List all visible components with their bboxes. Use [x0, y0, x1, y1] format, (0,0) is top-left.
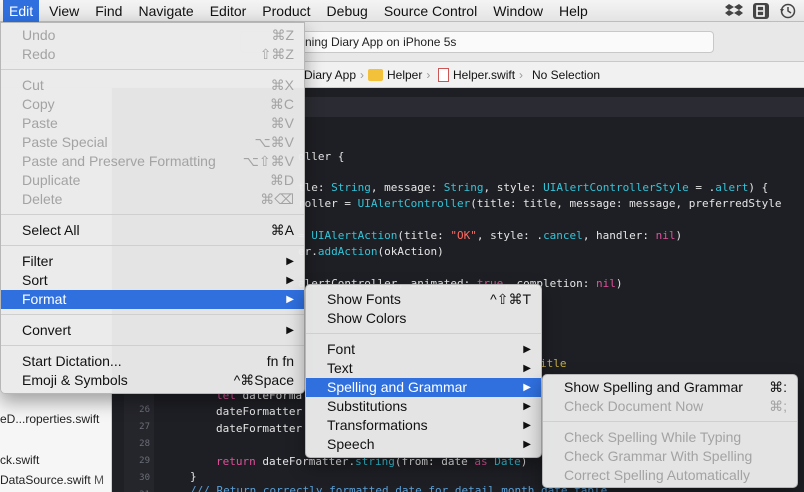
- menu-separator: [1, 69, 304, 70]
- menu-item-show-fonts[interactable]: Show Fonts ^⇧⌘T: [306, 290, 541, 309]
- submenu-arrow-icon: ▶: [523, 382, 531, 393]
- format-submenu: Show Fonts ^⇧⌘T Show Colors Font ▶ Text ▶ S…: [305, 284, 542, 458]
- menu-window[interactable]: Window: [487, 0, 549, 22]
- code-line: dateFormatter: [216, 405, 303, 418]
- menu-view[interactable]: View: [43, 0, 85, 22]
- line-number: 28: [139, 439, 150, 449]
- time-machine-icon[interactable]: [778, 2, 798, 20]
- menu-item-copy[interactable]: Copy ⌘C: [1, 95, 304, 114]
- menu-item-start-dictation[interactable]: Start Dictation... fn fn: [1, 352, 304, 371]
- menu-item-cut[interactable]: Cut ⌘X: [1, 76, 304, 95]
- navigator-file-row[interactable]: DataSource.swift M: [0, 473, 112, 487]
- spelling-grammar-submenu: Show Spelling and Grammar ⌘: Check Docume…: [542, 374, 798, 488]
- menu-item-paste[interactable]: Paste ⌘V: [1, 114, 304, 133]
- jumpbar-file-label: Helper.swift: [453, 68, 516, 82]
- menu-item-show-colors[interactable]: Show Colors: [306, 309, 541, 328]
- menu-item-undo[interactable]: Undo ⌘Z: [1, 26, 304, 45]
- menu-bar: Edit View Find Navigate Editor Product D…: [0, 0, 804, 22]
- code-line: = UIAlertAction(title: "OK", style: .can…: [298, 229, 683, 242]
- navigator-file-row[interactable]: ck.swift: [0, 453, 39, 467]
- menu-item-convert[interactable]: Convert ▶: [1, 321, 304, 340]
- menu-item-text[interactable]: Text ▶: [306, 359, 541, 378]
- folder-icon: [368, 69, 383, 81]
- navigator-file-label: eD...roperties.swift: [0, 412, 100, 426]
- code-line: }: [190, 470, 197, 483]
- submenu-arrow-icon: ▶: [523, 420, 531, 431]
- menu-item-filter[interactable]: Filter ▶: [1, 252, 304, 271]
- jumpbar-group-label: Helper: [387, 68, 423, 82]
- line-number: 26: [139, 405, 150, 415]
- submenu-arrow-icon: ▶: [286, 325, 294, 336]
- submenu-arrow-icon: ▶: [523, 401, 531, 412]
- menu-editor[interactable]: Editor: [204, 0, 253, 22]
- menu-item-check-grammar[interactable]: Check Grammar With Spelling: [543, 447, 797, 466]
- menu-item-paste-special[interactable]: Paste Special ⌥⌘V: [1, 133, 304, 152]
- menu-separator: [1, 245, 304, 246]
- menu-item-duplicate[interactable]: Duplicate ⌘D: [1, 171, 304, 190]
- jumpbar-file[interactable]: Helper.swift ›: [438, 68, 523, 82]
- navigator-file-label: ck.swift: [0, 453, 40, 467]
- dropbox-icon[interactable]: [724, 2, 744, 20]
- edit-menu: Undo ⌘Z Redo ⇧⌘Z Cut ⌘X Copy ⌘C Paste ⌘V Past…: [0, 22, 305, 394]
- chevron-right-icon: ›: [360, 68, 365, 82]
- jumpbar-project-label: Diary App: [304, 68, 357, 82]
- menu-item-spelling-grammar[interactable]: Spelling and Grammar ▶: [306, 378, 541, 397]
- menu-item-emoji-symbols[interactable]: Emoji & Symbols ^⌘Space: [1, 371, 304, 390]
- line-number: 29: [139, 456, 150, 466]
- b-badge-icon[interactable]: [753, 3, 769, 19]
- menu-item-correct-automatically[interactable]: Correct Spelling Automatically: [543, 466, 797, 485]
- swift-file-icon: [438, 68, 449, 82]
- navigator-file-row[interactable]: eD...roperties.swift: [0, 412, 99, 426]
- submenu-arrow-icon: ▶: [286, 294, 294, 305]
- menu-product[interactable]: Product: [256, 0, 316, 22]
- menu-item-format[interactable]: Format ▶: [1, 290, 304, 309]
- menu-separator: [306, 333, 541, 334]
- chevron-right-icon: ›: [426, 68, 431, 82]
- chevron-right-icon: ›: [519, 68, 524, 82]
- menu-item-paste-preserve[interactable]: Paste and Preserve Formatting ⌥⇧⌘V: [1, 152, 304, 171]
- menu-item-font[interactable]: Font ▶: [306, 340, 541, 359]
- menu-item-redo[interactable]: Redo ⇧⌘Z: [1, 45, 304, 64]
- menu-item-delete[interactable]: Delete ⌘⌫: [1, 190, 304, 209]
- menu-item-select-all[interactable]: Select All ⌘A: [1, 221, 304, 240]
- code-line: tle: String, message: String, style: UIA…: [298, 181, 769, 194]
- menu-separator: [543, 421, 797, 422]
- menu-item-sort[interactable]: Sort ▶: [1, 271, 304, 290]
- code-line: itle: [540, 357, 567, 370]
- menu-item-check-while-typing[interactable]: Check Spelling While Typing: [543, 428, 797, 447]
- submenu-arrow-icon: ▶: [286, 275, 294, 286]
- menu-debug[interactable]: Debug: [321, 0, 374, 22]
- menu-item-check-document[interactable]: Check Document Now ⌘;: [543, 397, 797, 416]
- submenu-arrow-icon: ▶: [523, 439, 531, 450]
- submenu-arrow-icon: ▶: [523, 344, 531, 355]
- activity-viewer: ning Diary App on iPhone 5s: [240, 31, 714, 53]
- code-line: dateFormatter: [216, 422, 303, 435]
- code-line: er.addAction(okAction): [298, 245, 444, 258]
- menu-item-speech[interactable]: Speech ▶: [306, 435, 541, 454]
- menu-separator: [1, 314, 304, 315]
- menu-separator: [1, 345, 304, 346]
- jumpbar-selection[interactable]: No Selection: [532, 68, 600, 82]
- menu-item-transformations[interactable]: Transformations ▶: [306, 416, 541, 435]
- menu-item-substitutions[interactable]: Substitutions ▶: [306, 397, 541, 416]
- jumpbar-project[interactable]: Diary App ›: [304, 68, 364, 82]
- menu-find[interactable]: Find: [89, 0, 128, 22]
- menu-navigate[interactable]: Navigate: [132, 0, 199, 22]
- submenu-arrow-icon: ▶: [286, 256, 294, 267]
- menu-item-show-spelling[interactable]: Show Spelling and Grammar ⌘:: [543, 378, 797, 397]
- menu-edit[interactable]: Edit: [3, 0, 40, 22]
- jumpbar-group[interactable]: Helper ›: [368, 68, 430, 82]
- code-line: roller = UIAlertController(title: title,…: [298, 197, 782, 210]
- menu-help[interactable]: Help: [553, 0, 594, 22]
- line-number: 27: [139, 422, 150, 432]
- submenu-arrow-icon: ▶: [523, 363, 531, 374]
- navigator-file-label: DataSource.swift: [0, 473, 91, 487]
- jumpbar-selection-label: No Selection: [532, 68, 601, 82]
- line-number: 30: [139, 473, 150, 483]
- menu-separator: [1, 214, 304, 215]
- menu-source-control[interactable]: Source Control: [378, 0, 483, 22]
- status-icons: [724, 0, 804, 22]
- modified-badge: M: [94, 473, 104, 487]
